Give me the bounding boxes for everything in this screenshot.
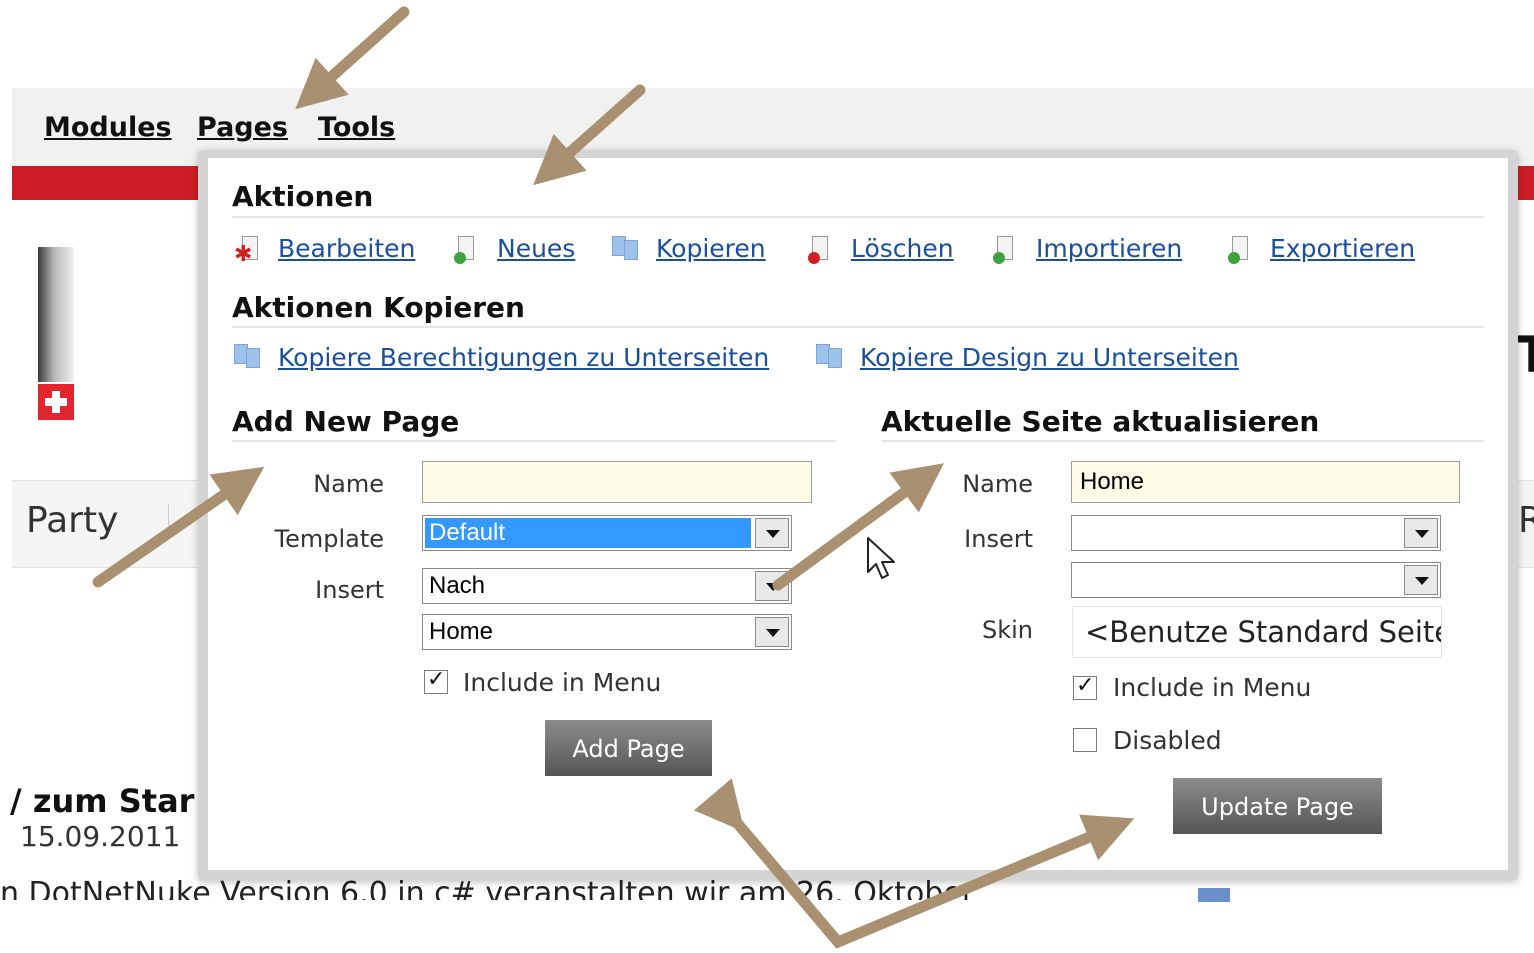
insert-position-value: Nach	[429, 572, 486, 599]
article-date: 15.09.2011	[20, 820, 181, 853]
disabled-label: Disabled	[1113, 726, 1222, 755]
pages-popup-content	[208, 158, 1508, 870]
update-insert-page-select[interactable]	[1071, 562, 1441, 598]
divider	[232, 216, 1484, 218]
copy-permissions-link[interactable]: Kopiere Berechtigungen zu Unterseiten	[278, 343, 769, 372]
new-page-icon	[454, 236, 474, 264]
arrow-to-pages-menu	[295, 6, 410, 110]
update-include-menu-checkbox[interactable]	[1073, 673, 1097, 700]
divider	[232, 326, 1484, 328]
add-name-label: Name	[313, 470, 384, 498]
chevron-down-icon	[755, 571, 789, 601]
import-page-icon	[993, 236, 1013, 264]
add-page-name-input[interactable]	[422, 461, 812, 503]
site-nav-item-party[interactable]: Party	[26, 500, 118, 541]
skin-select[interactable]: <Benutze Standard Seiten	[1072, 606, 1442, 658]
add-include-menu-label: Include in Menu	[463, 668, 662, 697]
delete-page-icon	[808, 236, 828, 264]
update-page-heading: Aktuelle Seite aktualisieren	[881, 405, 1320, 438]
action-edit-link[interactable]: Bearbeiten	[278, 234, 415, 263]
copy-pages-icon	[612, 236, 644, 260]
update-page-name-input[interactable]	[1071, 461, 1460, 503]
action-import-link[interactable]: Importieren	[1036, 234, 1182, 263]
copy-pages-icon	[816, 344, 848, 368]
site-nav-item-partial[interactable]: R	[1518, 500, 1534, 541]
chevron-down-icon	[1404, 518, 1438, 548]
disabled-checkbox[interactable]	[1073, 728, 1097, 752]
skin-value: <Benutze Standard Seiten	[1085, 615, 1442, 649]
update-page-button[interactable]: Update Page	[1173, 778, 1382, 834]
update-include-menu-label: Include in Menu	[1113, 673, 1312, 702]
template-select[interactable]: Default	[422, 515, 792, 551]
export-page-icon	[1228, 236, 1248, 264]
add-include-menu-checkbox[interactable]	[424, 667, 448, 694]
chevron-down-icon	[1404, 565, 1438, 595]
template-value: Default	[425, 518, 751, 548]
action-export-link[interactable]: Exportieren	[1270, 234, 1415, 263]
chevron-down-icon	[755, 518, 789, 548]
chevron-down-icon	[755, 617, 789, 647]
site-logo	[38, 247, 74, 382]
nav-separator	[168, 504, 169, 540]
actions-heading: Aktionen	[232, 180, 374, 213]
divider	[881, 440, 1484, 442]
divider	[232, 440, 836, 442]
copy-actions-heading: Aktionen Kopieren	[232, 291, 525, 324]
action-copy-link[interactable]: Kopieren	[656, 234, 766, 263]
update-insert-position-select[interactable]	[1071, 515, 1441, 551]
insert-position-select[interactable]: Nach	[422, 568, 792, 604]
add-page-button[interactable]: Add Page	[545, 720, 712, 776]
copy-pages-icon	[234, 344, 266, 368]
insert-page-select[interactable]: Home	[422, 614, 792, 650]
action-delete-link[interactable]: Löschen	[851, 234, 954, 263]
add-insert-label: Insert	[315, 576, 384, 604]
menu-pages[interactable]: Pages	[197, 112, 288, 143]
insert-page-value: Home	[429, 618, 494, 645]
site-title-partial: T	[1516, 326, 1534, 384]
menu-tools[interactable]: Tools	[318, 112, 395, 143]
add-page-heading: Add New Page	[232, 405, 460, 438]
skin-label: Skin	[981, 616, 1033, 644]
menu-modules[interactable]: Modules	[44, 112, 172, 143]
copy-design-link[interactable]: Kopiere Design zu Unterseiten	[860, 343, 1239, 372]
article-icon	[1198, 888, 1230, 902]
add-template-label: Template	[274, 525, 384, 553]
update-name-label: Name	[962, 470, 1033, 498]
swiss-flag-icon	[38, 384, 74, 420]
action-new-link[interactable]: Neues	[497, 234, 575, 263]
mouse-cursor-icon	[867, 537, 895, 579]
article-heading: / zum Star	[10, 782, 195, 820]
edit-gear-icon: ✱	[234, 236, 262, 266]
